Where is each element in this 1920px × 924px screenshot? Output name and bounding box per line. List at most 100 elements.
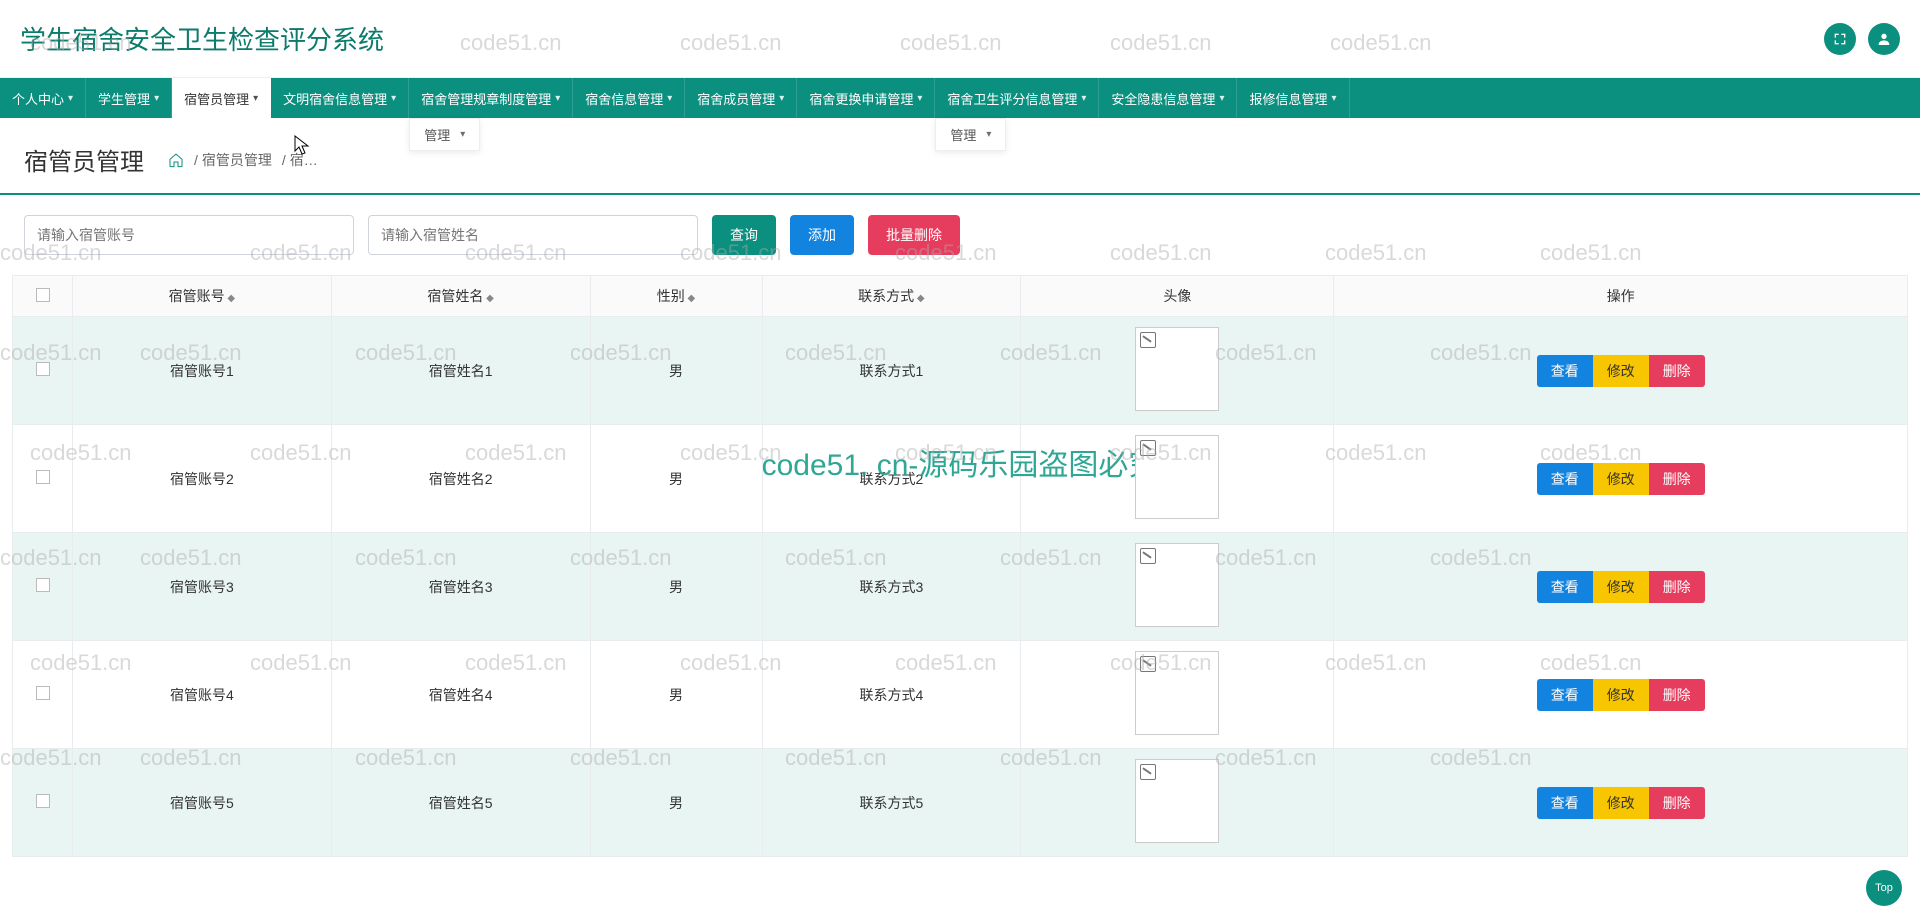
delete-button[interactable]: 删除 (1649, 787, 1705, 819)
nav-item-1[interactable]: 学生管理▾ (86, 78, 172, 118)
table-row: 宿管账号1 宿管姓名1 男 联系方式1 查看 修改 删除 (13, 317, 1908, 425)
nav-sub-label: 管理 (424, 125, 450, 144)
cell-name: 宿管姓名5 (331, 749, 590, 857)
edit-button[interactable]: 修改 (1593, 787, 1649, 819)
cell-gender: 男 (590, 317, 762, 425)
nav-item-9[interactable]: 安全隐患信息管理 ▾ (1099, 78, 1237, 118)
nav-submenu[interactable]: 管理 ▾ (409, 118, 480, 151)
table-row: 宿管账号2 宿管姓名2 男 联系方式2 查看 修改 删除 (13, 425, 1908, 533)
edit-button[interactable]: 修改 (1593, 571, 1649, 603)
col-avatar: 头像 (1021, 276, 1334, 317)
query-button[interactable]: 查询 (712, 215, 776, 255)
nav-sub-label: 管理 (950, 125, 976, 144)
cell-account: 宿管账号4 (73, 641, 332, 749)
row-checkbox[interactable] (36, 794, 50, 808)
table-row: 宿管账号3 宿管姓名3 男 联系方式3 查看 修改 删除 (13, 533, 1908, 641)
view-button[interactable]: 查看 (1537, 355, 1593, 387)
avatar-image (1135, 435, 1219, 519)
nav-item-6[interactable]: 宿舍成员管理 ▾ (685, 78, 797, 118)
cell-gender: 男 (590, 425, 762, 533)
col-gender[interactable]: 性别 (590, 276, 762, 317)
table-row: 宿管账号4 宿管姓名4 男 联系方式4 查看 修改 删除 (13, 641, 1908, 749)
cell-contact: 联系方式1 (762, 317, 1021, 425)
page-title: 宿管员管理 (24, 142, 144, 177)
nav-item-10[interactable]: 报修信息管理 ▾ (1237, 78, 1349, 118)
nav-submenu[interactable]: 管理 ▾ (935, 118, 1006, 151)
search-name-input[interactable] (368, 215, 698, 255)
batch-delete-button[interactable]: 批量删除 (868, 215, 960, 255)
chevron-down-icon: ▾ (1219, 93, 1224, 104)
chevron-down-icon: ▾ (253, 93, 258, 104)
breadcrumb-item[interactable]: 宿管员管理 (190, 150, 272, 170)
search-account-input[interactable] (24, 215, 354, 255)
delete-button[interactable]: 删除 (1649, 571, 1705, 603)
edit-button[interactable]: 修改 (1593, 679, 1649, 711)
cell-contact: 联系方式2 (762, 425, 1021, 533)
cell-account: 宿管账号2 (73, 425, 332, 533)
table-row: 宿管账号5 宿管姓名5 男 联系方式5 查看 修改 删除 (13, 749, 1908, 857)
cell-account: 宿管账号1 (73, 317, 332, 425)
view-button[interactable]: 查看 (1537, 679, 1593, 711)
cell-account: 宿管账号3 (73, 533, 332, 641)
chevron-down-icon: ▾ (555, 93, 560, 104)
table-header-row: 宿管账号 宿管姓名 性别 联系方式 头像 操作 (13, 276, 1908, 317)
chevron-down-icon: ▾ (1331, 93, 1336, 104)
chevron-down-icon: ▾ (154, 93, 159, 104)
add-button[interactable]: 添加 (790, 215, 854, 255)
nav-label: 文明宿舍信息管理 (283, 89, 387, 108)
nav-item-7[interactable]: 宿舍更换申请管理 ▾ (797, 78, 935, 118)
nav-item-2[interactable]: 宿管员管理 ▾ (172, 78, 271, 118)
delete-button[interactable]: 删除 (1649, 679, 1705, 711)
nav-label: 宿舍管理规章制度管理 (421, 89, 551, 108)
cell-contact: 联系方式4 (762, 641, 1021, 749)
nav-item-4[interactable]: 宿舍管理规章制度管理▾管理 ▾ (409, 78, 573, 118)
nav-item-5[interactable]: 宿舍信息管理▾ (573, 78, 685, 118)
row-actions: 查看 修改 删除 (1537, 571, 1705, 603)
row-checkbox[interactable] (36, 578, 50, 592)
nav-label: 宿管员管理 (184, 89, 249, 108)
delete-button[interactable]: 删除 (1649, 463, 1705, 495)
row-actions: 查看 修改 删除 (1537, 679, 1705, 711)
col-name[interactable]: 宿管姓名 (331, 276, 590, 317)
cell-contact: 联系方式3 (762, 533, 1021, 641)
header-actions (1824, 23, 1900, 55)
nav-item-0[interactable]: 个人中心▾ (0, 78, 86, 118)
home-icon (168, 152, 184, 168)
row-checkbox[interactable] (36, 470, 50, 484)
view-button[interactable]: 查看 (1537, 571, 1593, 603)
cell-name: 宿管姓名3 (331, 533, 590, 641)
fullscreen-button[interactable] (1824, 23, 1856, 55)
nav-label: 个人中心 (12, 89, 64, 108)
user-button[interactable] (1868, 23, 1900, 55)
chevron-down-icon: ▾ (917, 93, 922, 104)
nav-label: 宿舍成员管理 (697, 89, 775, 108)
avatar-image (1135, 759, 1219, 843)
row-checkbox[interactable] (36, 686, 50, 700)
view-button[interactable]: 查看 (1537, 463, 1593, 495)
col-contact[interactable]: 联系方式 (762, 276, 1021, 317)
cell-gender: 男 (590, 749, 762, 857)
cell-account: 宿管账号5 (73, 749, 332, 857)
chevron-down-icon: ▾ (1081, 93, 1086, 104)
nav-label: 报修信息管理 (1249, 89, 1327, 108)
cell-name: 宿管姓名1 (331, 317, 590, 425)
expand-icon (1832, 31, 1848, 47)
row-actions: 查看 修改 删除 (1537, 355, 1705, 387)
edit-button[interactable]: 修改 (1593, 463, 1649, 495)
avatar-image (1135, 327, 1219, 411)
select-all-checkbox[interactable] (36, 288, 50, 302)
nav-item-8[interactable]: 宿舍卫生评分信息管理▾管理 ▾ (935, 78, 1099, 118)
nav-label: 安全隐患信息管理 (1111, 89, 1215, 108)
view-button[interactable]: 查看 (1537, 787, 1593, 819)
cell-contact: 联系方式5 (762, 749, 1021, 857)
nav-item-3[interactable]: 文明宿舍信息管理▾ (271, 78, 409, 118)
avatar-image (1135, 543, 1219, 627)
col-account[interactable]: 宿管账号 (73, 276, 332, 317)
row-checkbox[interactable] (36, 362, 50, 376)
scroll-top-button[interactable]: Top (1866, 870, 1902, 906)
chevron-down-icon: ▾ (779, 93, 784, 104)
delete-button[interactable]: 删除 (1649, 355, 1705, 387)
nav-label: 宿舍更换申请管理 (809, 89, 913, 108)
app-title: 学生宿舍安全卫生检查评分系统 (20, 20, 384, 57)
edit-button[interactable]: 修改 (1593, 355, 1649, 387)
